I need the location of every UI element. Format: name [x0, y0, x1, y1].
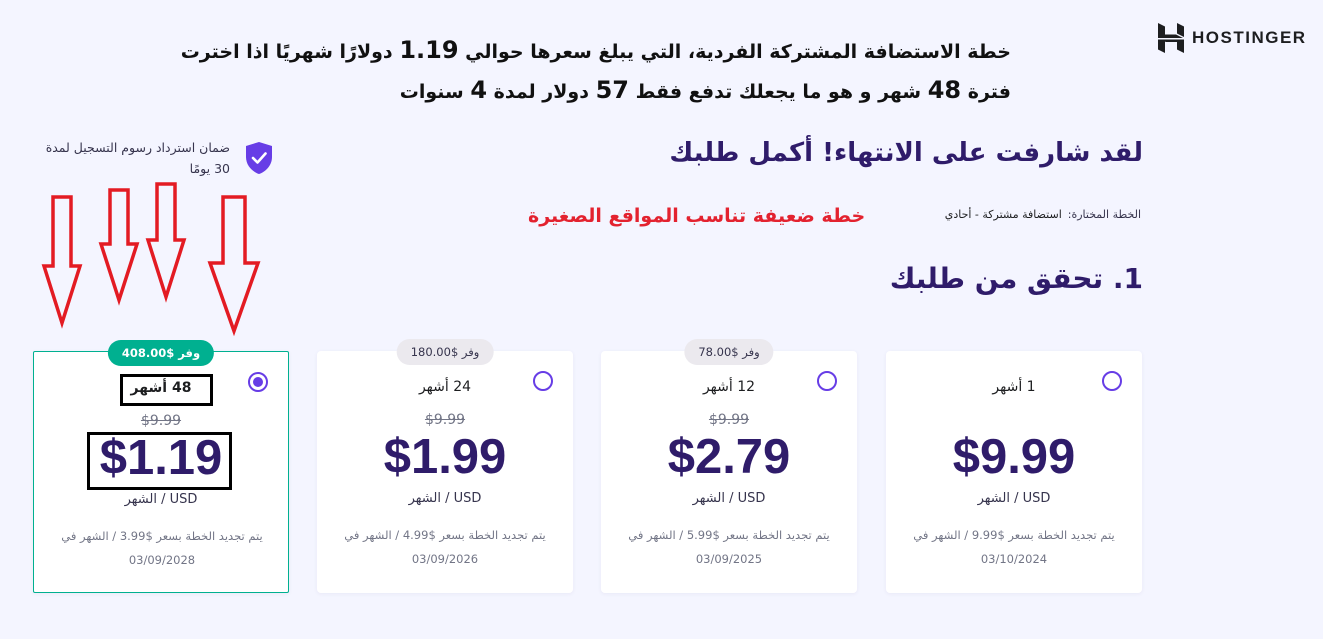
- note-text: دولار لمدة: [487, 81, 596, 103]
- plan-card-1-month[interactable]: 1 أشهر $9.99 USD / الشهر يتم تجديد الخطة…: [886, 351, 1142, 593]
- renewal-date: 03/10/2024: [980, 552, 1048, 566]
- note-text: سنوات: [399, 81, 471, 103]
- original-price: $9.99: [140, 413, 182, 429]
- selected-plan-label: الخطة المختارة:: [1067, 208, 1141, 221]
- annotation-note-line-2: فترة 48 شهر و هو ما يجعلك تدفع فقط 57 دو…: [151, 76, 1011, 104]
- guarantee-text: ضمان استرداد رسوم التسجيل لمدة 30 يومًا: [45, 140, 230, 176]
- step-title: 1. تحقق من طلبك: [889, 262, 1143, 295]
- renewal-text: يتم تجديد الخطة بسعر $5.99 / الشهر في: [628, 528, 830, 542]
- shield-check-icon: [246, 142, 272, 174]
- price-highlight-box: [87, 432, 232, 490]
- plan-price: $1.99: [383, 430, 507, 484]
- annotation-note-line-1: خطة الاستضافة المشتركة الفردية، التي يبل…: [151, 36, 1011, 64]
- note-text: دولارًا شهريًا اذا اخترت: [180, 41, 400, 63]
- plan-price: $2.79: [667, 430, 791, 484]
- brand-logo[interactable]: HOSTINGER: [1158, 23, 1307, 53]
- note-text: فترة: [961, 81, 1011, 103]
- renewal-text: يتم تجديد الخطة بسعر $4.99 / الشهر في: [344, 528, 546, 542]
- original-price: $9.99: [424, 412, 466, 428]
- plan-duration: 1 أشهر: [992, 379, 1036, 395]
- plan-card-24-months[interactable]: وفر $180.00 24 أشهر $9.99 $1.99 USD / ال…: [317, 339, 573, 593]
- price-unit: USD / الشهر: [692, 491, 766, 506]
- selected-plan: الخطة المختارة: استضافة مشتركة - أحادي: [945, 208, 1141, 221]
- note-text: شهر و هو ما يجعلك تدفع فقط: [628, 81, 928, 103]
- selected-plan-value: استضافة مشتركة - أحادي: [944, 208, 1062, 221]
- note-text: خطة الاستضافة المشتركة الفردية، التي يبل…: [458, 41, 1011, 63]
- savings-badge: وفر $408.00: [107, 340, 215, 366]
- down-arrow-icon: [98, 188, 140, 306]
- renewal-text: يتم تجديد الخطة بسعر $9.99 / الشهر في: [913, 528, 1115, 542]
- renewal-info: يتم تجديد الخطة بسعر $4.99 / الشهر في 03…: [337, 523, 553, 571]
- note-number: 4: [470, 76, 488, 104]
- renewal-info: يتم تجديد الخطة بسعر $5.99 / الشهر في 03…: [621, 523, 837, 571]
- money-back-guarantee: ضمان استرداد رسوم التسجيل لمدة 30 يومًا: [40, 137, 274, 179]
- plan-duration: 12 أشهر: [702, 379, 756, 395]
- down-arrow-icon: [41, 195, 83, 329]
- duration-highlight-box: [120, 374, 213, 406]
- plan-price: $9.99: [952, 430, 1076, 484]
- page-title: لقد شارفت على الانتهاء! أكمل طلبك: [669, 138, 1143, 168]
- plan-warning-annotation: خطة ضعيفة تناسب المواقع الصغيرة: [528, 205, 866, 227]
- renewal-info: يتم تجديد الخطة بسعر $9.99 / الشهر في 03…: [906, 523, 1122, 571]
- savings-badge: وفر $78.00: [684, 339, 774, 365]
- note-number: 57: [595, 76, 629, 104]
- brand-name: HOSTINGER: [1192, 28, 1307, 47]
- down-arrow-icon: [145, 182, 187, 303]
- note-number: 1.19: [399, 36, 459, 64]
- plan-duration: 24 أشهر: [418, 379, 472, 395]
- plan-card-12-months[interactable]: وفر $78.00 12 أشهر $9.99 $2.79 USD / الش…: [601, 339, 857, 593]
- renewal-text: يتم تجديد الخطة بسعر $3.99 / الشهر في: [61, 529, 263, 543]
- price-unit: USD / الشهر: [977, 491, 1051, 506]
- renewal-date: 03/09/2026: [411, 552, 479, 566]
- renewal-info: يتم تجديد الخطة بسعر $3.99 / الشهر في 03…: [54, 524, 270, 572]
- hostinger-logo-icon: [1158, 23, 1184, 53]
- down-arrow-icon: [207, 195, 261, 337]
- renewal-date: 03/09/2025: [695, 552, 763, 566]
- note-number: 48: [927, 76, 962, 104]
- savings-badge: وفر $180.00: [396, 339, 494, 365]
- renewal-date: 03/09/2028: [128, 553, 196, 567]
- price-unit: USD / الشهر: [408, 491, 482, 506]
- price-unit: USD / الشهر: [124, 492, 198, 507]
- original-price: $9.99: [708, 412, 750, 428]
